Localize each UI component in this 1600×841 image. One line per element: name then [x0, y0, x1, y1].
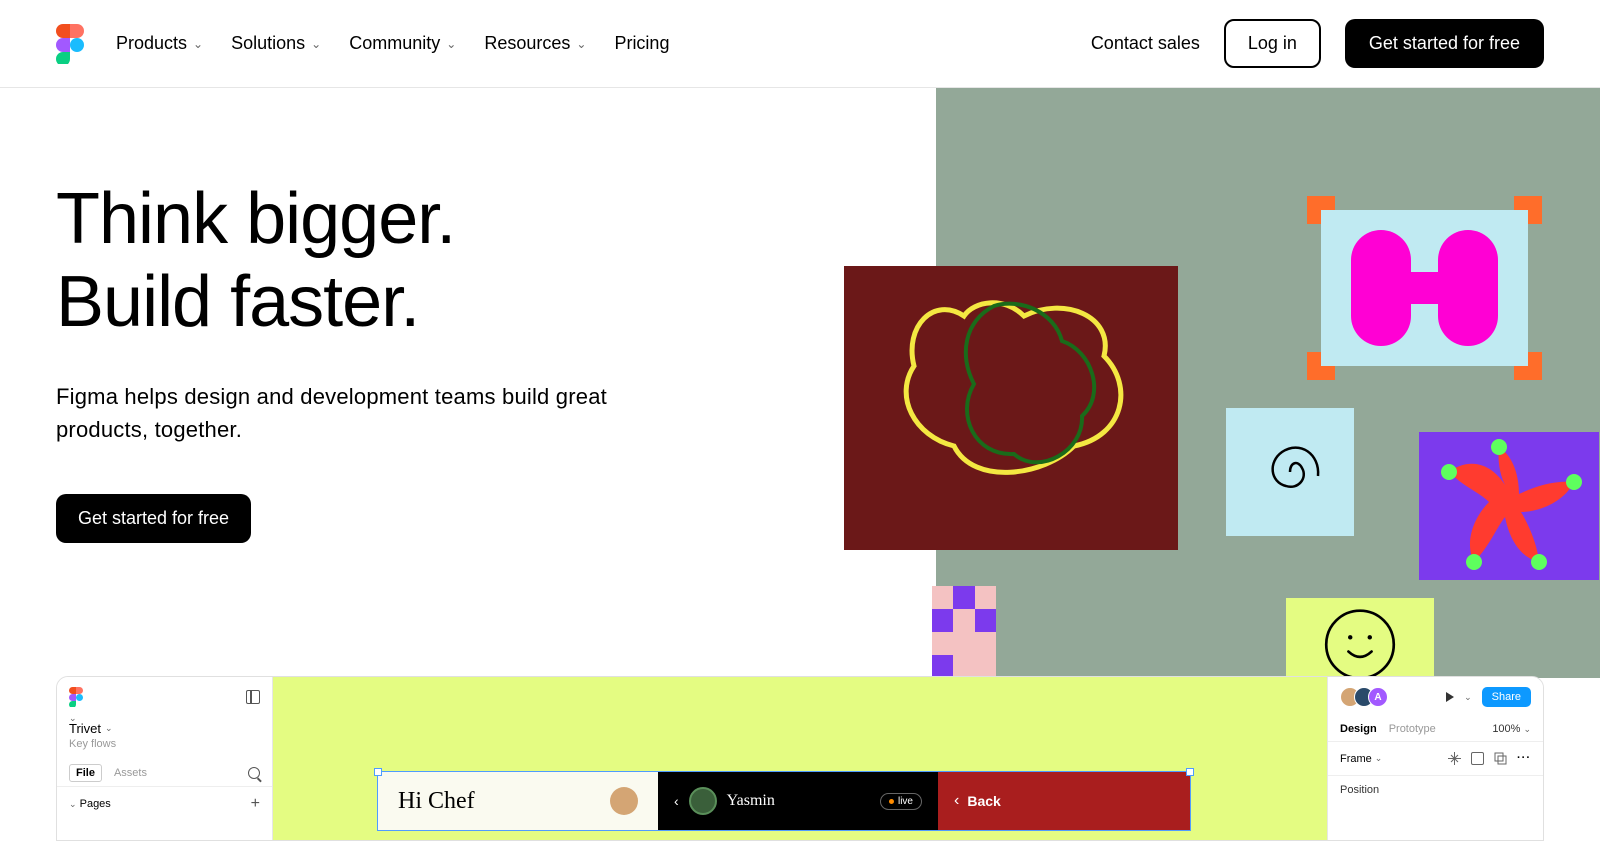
figma-left-panel: ⌄ Trivet ⌄ Key flows File Assets ⌄ Pages… [57, 677, 273, 840]
avatar-chef-icon [610, 787, 638, 815]
add-page-icon[interactable]: + [251, 795, 260, 813]
project-name[interactable]: Trivet ⌄ [57, 717, 272, 738]
header-right: Contact sales Log in Get started for fre… [1091, 19, 1544, 68]
decorative-card-magenta [1321, 210, 1528, 366]
tab-prototype[interactable]: Prototype [1389, 723, 1436, 735]
tab-assets[interactable]: Assets [114, 761, 147, 785]
chevron-down-icon: ⌄ [1523, 724, 1531, 735]
nav-solutions-label: Solutions [231, 33, 305, 54]
frame3-text: Back [967, 793, 1000, 809]
search-icon[interactable] [248, 767, 260, 779]
frame-label-text: Frame [1340, 753, 1372, 765]
hero-heading: Think bigger. Build faster. [56, 178, 756, 344]
chevron-down-icon: ⌄ [446, 37, 456, 51]
chevron-down-icon: ⌄ [576, 37, 586, 51]
project-subtitle: Key flows [57, 738, 272, 760]
decorative-card-maroon [844, 266, 1178, 550]
avatar-letter: A [1368, 687, 1388, 707]
avatar-yasmin-icon [689, 787, 717, 815]
frame-yasmin[interactable]: ‹ Yasmin live [658, 772, 938, 830]
fit-icon[interactable] [1471, 752, 1484, 765]
get-started-button[interactable]: Get started for free [1345, 19, 1544, 68]
decorative-card-smiley [1286, 598, 1434, 680]
figma-canvas[interactable]: Hi Chef ‹ Yasmin live ‹ Back [273, 677, 1327, 840]
chevron-left-icon: ‹ [674, 793, 679, 809]
frame-back[interactable]: ‹ Back [938, 772, 1190, 830]
nav-community-label: Community [349, 33, 440, 54]
copy-icon[interactable] [1494, 752, 1507, 765]
nav-resources-label: Resources [484, 33, 570, 54]
zoom-control[interactable]: 100% ⌄ [1492, 723, 1531, 735]
hero-cta-button[interactable]: Get started for free [56, 494, 251, 543]
right-panel-header: A ⌄ Share [1328, 677, 1543, 717]
chevron-down-icon: ⌄ [1464, 692, 1472, 703]
right-panel-tabs: Design Prototype 100% ⌄ [1328, 717, 1543, 741]
contact-sales-link[interactable]: Contact sales [1091, 33, 1200, 54]
position-section: Position [1328, 775, 1543, 804]
frame-tools: ··· [1448, 752, 1531, 765]
nav-solutions[interactable]: Solutions ⌄ [231, 33, 321, 54]
zoom-value: 100% [1492, 723, 1520, 735]
login-button[interactable]: Log in [1224, 19, 1321, 68]
figma-app-mockup: ⌄ Trivet ⌄ Key flows File Assets ⌄ Pages… [56, 676, 1544, 841]
live-badge-text: live [898, 796, 913, 807]
frame-hi-chef[interactable]: Hi Chef [378, 772, 658, 830]
play-icon[interactable] [1446, 692, 1454, 702]
decorative-card-spiral [1226, 408, 1354, 536]
figma-logo-mini-icon[interactable]: ⌄ [69, 687, 83, 707]
nav-pricing-label: Pricing [614, 33, 669, 54]
hero-title-line1: Think bigger. [56, 179, 455, 259]
pages-section[interactable]: ⌄ Pages + [57, 787, 272, 821]
collaborator-avatars[interactable]: A [1340, 687, 1388, 707]
align-icon[interactable] [1448, 752, 1461, 765]
nav-community[interactable]: Community ⌄ [349, 33, 456, 54]
nav-products[interactable]: Products ⌄ [116, 33, 203, 54]
more-icon[interactable]: ··· [1517, 752, 1531, 765]
tab-design[interactable]: Design [1340, 723, 1377, 735]
frame1-text: Hi Chef [398, 788, 475, 815]
tab-file[interactable]: File [69, 764, 102, 782]
chevron-left-icon: ‹ [954, 792, 959, 810]
main-nav: Products ⌄ Solutions ⌄ Community ⌄ Resou… [116, 33, 669, 54]
hero-section: Think bigger. Build faster. Figma helps … [56, 178, 756, 543]
chevron-down-icon: ⌄ [311, 37, 321, 51]
hero-subtitle: Figma helps design and development teams… [56, 380, 696, 446]
decorative-card-starfish [1419, 432, 1599, 580]
panel-toggle-icon[interactable] [246, 690, 260, 704]
figma-left-header: ⌄ [57, 677, 272, 717]
decorative-card-checker [932, 586, 996, 678]
live-dot-icon [889, 799, 894, 804]
selected-frames[interactable]: Hi Chef ‹ Yasmin live ‹ Back [377, 771, 1191, 831]
nav-resources[interactable]: Resources ⌄ [484, 33, 586, 54]
pages-label: ⌄ Pages [69, 798, 111, 810]
nav-products-label: Products [116, 33, 187, 54]
nav-pricing[interactable]: Pricing [614, 33, 669, 54]
header-left: Products ⌄ Solutions ⌄ Community ⌄ Resou… [56, 24, 669, 64]
frame-dropdown[interactable]: Frame ⌄ [1340, 753, 1382, 765]
site-header: Products ⌄ Solutions ⌄ Community ⌄ Resou… [0, 0, 1600, 88]
frame2-name: Yasmin [727, 792, 775, 810]
project-name-label: Trivet [69, 721, 101, 736]
chevron-down-icon: ⌄ [105, 723, 113, 734]
chevron-down-icon: ⌄ [193, 37, 203, 51]
main-content: Think bigger. Build faster. Figma helps … [0, 88, 1600, 753]
frame-section: Frame ⌄ ··· [1328, 741, 1543, 775]
left-panel-tabs: File Assets [57, 760, 272, 787]
figma-right-panel: A ⌄ Share Design Prototype 100% ⌄ [1327, 677, 1543, 840]
live-badge: live [880, 793, 922, 810]
figma-logo-icon[interactable] [56, 24, 84, 64]
position-label: Position [1340, 784, 1379, 796]
share-button[interactable]: Share [1482, 687, 1531, 707]
hero-title-line2: Build faster. [56, 262, 419, 342]
chevron-down-icon: ⌄ [1375, 753, 1383, 764]
